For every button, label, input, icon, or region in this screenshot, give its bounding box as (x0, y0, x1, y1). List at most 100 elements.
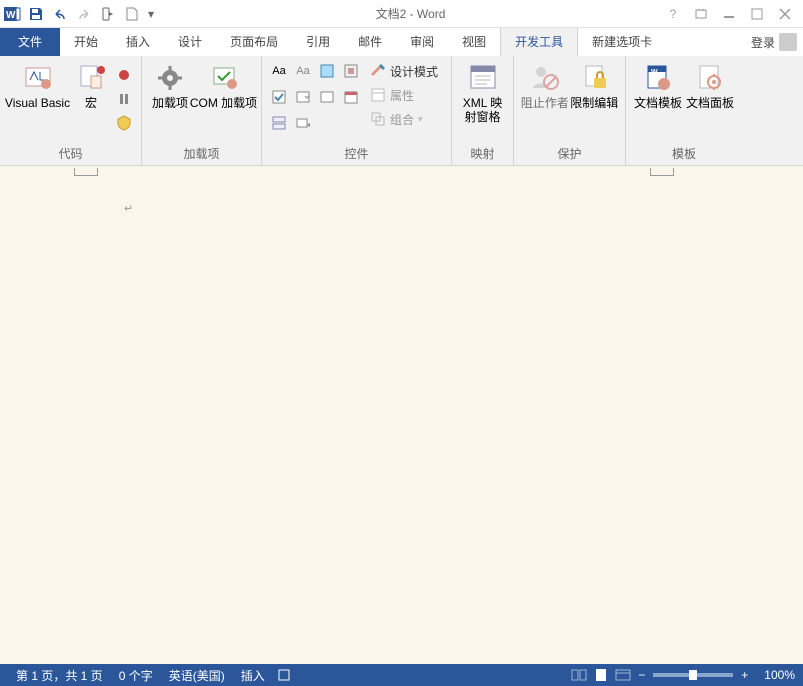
doc-template-button[interactable]: W 文档模板 (632, 60, 684, 112)
group-mapping: XML 映 射窗格 映射 (452, 56, 514, 165)
maximize-icon[interactable] (747, 4, 767, 24)
margin-marker-right (650, 168, 674, 176)
macros-icon (75, 62, 107, 94)
svg-text:W: W (651, 69, 658, 76)
record-macro-icon[interactable] (113, 64, 135, 86)
building-block-control-icon[interactable] (340, 60, 362, 82)
word-count[interactable]: 0 个字 (111, 667, 161, 684)
read-mode-icon[interactable] (568, 664, 590, 686)
qa-customize-dropdown[interactable]: ▾ (144, 2, 158, 26)
xml-mapping-button[interactable]: XML 映 射窗格 (458, 60, 507, 126)
date-control-icon[interactable] (340, 86, 362, 108)
tab-review[interactable]: 审阅 (396, 28, 448, 56)
ribbon-tabs: 文件 开始 插入 设计 页面布局 引用 邮件 审阅 视图 开发工具 新建选项卡 … (0, 28, 803, 56)
pause-macro-icon[interactable] (113, 88, 135, 110)
page-indicator[interactable]: 第 1 页，共 1 页 (8, 667, 111, 684)
tab-insert[interactable]: 插入 (112, 28, 164, 56)
com-addins-button[interactable]: COM 加载项 (192, 60, 255, 112)
login-link[interactable]: 登录 (751, 34, 775, 51)
visual-basic-button[interactable]: Visual Basic (6, 60, 69, 112)
tab-design[interactable]: 设计 (164, 28, 216, 56)
block-authors-button[interactable]: 阻止作者 (520, 60, 570, 112)
group-controls: Aa Aa 设计模式 (262, 56, 452, 165)
tab-layout[interactable]: 页面布局 (216, 28, 292, 56)
word-app-icon[interactable]: W (0, 2, 24, 26)
status-bar: 第 1 页，共 1 页 0 个字 英语(美国) 插入 − + 100% (0, 664, 803, 686)
undo-icon[interactable] (48, 2, 72, 26)
tab-developer[interactable]: 开发工具 (500, 28, 578, 56)
avatar-icon[interactable] (779, 33, 797, 51)
tab-view[interactable]: 视图 (448, 28, 500, 56)
macro-security-icon[interactable] (113, 112, 135, 134)
macros-button[interactable]: 宏 (69, 60, 113, 112)
zoom-in-button[interactable]: + (737, 668, 752, 682)
zoom-control: − + 100% (634, 668, 795, 682)
save-icon[interactable] (24, 2, 48, 26)
group-code-label: 代码 (0, 145, 141, 165)
document-area[interactable]: ↵ (0, 166, 803, 664)
combobox-control-icon[interactable] (292, 86, 314, 108)
window-title: 文档2 - Word (158, 5, 663, 22)
checkbox-control-icon[interactable] (268, 86, 290, 108)
legacy-tools-icon[interactable] (292, 112, 314, 134)
doc-panel-button[interactable]: 文档面板 (684, 60, 736, 112)
gear-icon (154, 62, 186, 94)
touch-mode-icon[interactable] (96, 2, 120, 26)
tab-mailings[interactable]: 邮件 (344, 28, 396, 56)
zoom-slider[interactable] (653, 673, 733, 677)
plain-text-control-icon[interactable]: Aa (292, 60, 314, 82)
group-templates-label: 模板 (626, 145, 742, 165)
addins-button[interactable]: 加载项 (148, 60, 192, 112)
tab-file[interactable]: 文件 (0, 28, 60, 56)
restrict-editing-icon (578, 62, 610, 94)
title-bar: W ▾ 文档2 - Word ? (0, 0, 803, 28)
picture-control-icon[interactable] (316, 60, 338, 82)
group-protect: 阻止作者 限制编辑 保护 (514, 56, 626, 165)
group-controls-label: 控件 (262, 145, 451, 165)
margin-marker-left (74, 168, 98, 176)
chevron-down-icon: ▾ (418, 114, 423, 125)
rich-text-control-icon[interactable]: Aa (268, 60, 290, 82)
properties-icon (370, 87, 386, 103)
tab-references[interactable]: 引用 (292, 28, 344, 56)
window-controls: ? (663, 4, 803, 24)
group-protect-label: 保护 (514, 145, 625, 165)
tab-home[interactable]: 开始 (60, 28, 112, 56)
block-authors-icon (529, 62, 561, 94)
close-icon[interactable] (775, 4, 795, 24)
zoom-level[interactable]: 100% (756, 668, 795, 682)
language-indicator[interactable]: 英语(美国) (161, 667, 233, 684)
group-icon (370, 111, 386, 127)
xml-pane-icon (467, 62, 499, 94)
redo-icon[interactable] (72, 2, 96, 26)
minimize-icon[interactable] (719, 4, 739, 24)
group-mapping-label: 映射 (452, 145, 513, 165)
group-addins-label: 加载项 (142, 145, 261, 165)
macro-record-status-icon[interactable] (273, 664, 295, 686)
group-controls-button[interactable]: 组合 ▾ (366, 108, 442, 130)
group-code: Visual Basic 宏 代码 (0, 56, 142, 165)
doc-template-icon: W (642, 62, 674, 94)
restrict-editing-button[interactable]: 限制编辑 (570, 60, 620, 112)
web-layout-icon[interactable] (612, 664, 634, 686)
paragraph-mark-icon: ↵ (124, 202, 133, 215)
design-mode-button[interactable]: 设计模式 (366, 60, 442, 82)
insert-mode[interactable]: 插入 (233, 667, 273, 684)
help-icon[interactable]: ? (663, 4, 683, 24)
new-doc-icon[interactable] (120, 2, 144, 26)
quick-access-toolbar: W ▾ (0, 0, 158, 27)
zoom-out-button[interactable]: − (634, 668, 649, 682)
visual-basic-icon (22, 62, 54, 94)
dropdown-control-icon[interactable] (316, 86, 338, 108)
svg-text:W: W (6, 10, 16, 21)
zoom-thumb[interactable] (689, 670, 697, 680)
doc-panel-icon (694, 62, 726, 94)
print-layout-icon[interactable] (590, 664, 612, 686)
group-addins: 加载项 COM 加载项 加载项 (142, 56, 262, 165)
tab-new[interactable]: 新建选项卡 (578, 28, 666, 56)
com-addins-icon (208, 62, 240, 94)
document-page: ↵ (0, 166, 803, 664)
properties-button[interactable]: 属性 (366, 84, 442, 106)
ribbon-display-icon[interactable] (691, 4, 711, 24)
repeating-control-icon[interactable] (268, 112, 290, 134)
